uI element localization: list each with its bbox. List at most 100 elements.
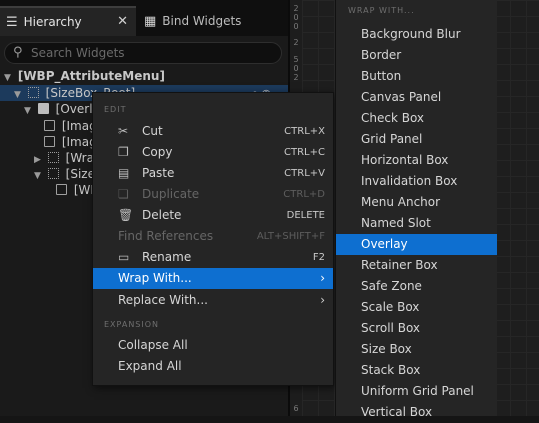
chevron-right-icon: › [320,271,325,285]
copy-icon: ❐ [118,145,129,159]
close-icon[interactable]: ✕ [117,14,128,29]
wrap-option-label: Button [361,69,402,83]
cut-icon: ✂ [118,124,129,138]
wrap-option-label: Grid Panel [361,132,423,146]
menu-item-expand-all[interactable]: Expand All [93,356,333,377]
wrap-option-label: Scroll Box [361,321,421,335]
wrap-option-label: Vertical Box [361,405,433,419]
shortcut-text: CTRL+C [284,147,325,158]
menu-item-duplicate: ❏ Duplicate CTRL+D [93,184,333,205]
wrap-option-label: Overlay [361,237,408,251]
menu-item-label: Duplicate [142,187,200,201]
expand-arrow-icon[interactable]: ▼ [14,87,24,103]
shortcut-text: CTRL+D [283,189,325,200]
wrap-option-grid-panel[interactable]: Grid Panel [336,129,497,150]
wrap-option-uniform-grid-panel[interactable]: Uniform Grid Panel [336,381,497,402]
tree-root-label: [WBP_AttributeMenu] [17,69,165,83]
paste-icon: ▤ [118,166,130,180]
tab-hierarchy-label: Hierarchy [23,15,82,29]
context-menu: EDIT ✂ Cut CTRL+X ❐ Copy CTRL+C ▤ Paste … [92,92,334,386]
wrap-option-size-box[interactable]: Size Box [336,339,497,360]
wrap-option-label: Safe Zone [361,279,422,293]
wrap-option-label: Invalidation Box [361,174,458,188]
menu-item-label: Collapse All [118,338,188,352]
wrap-option-label: Check Box [361,111,425,125]
ruler-label: 5 [293,55,299,64]
wrap-option-menu-anchor[interactable]: Menu Anchor [336,192,497,213]
wrap-option-label: Menu Anchor [361,195,441,209]
wrap-option-safe-zone[interactable]: Safe Zone [336,276,497,297]
shortcut-text: CTRL+V [284,168,325,179]
menu-item-label: Replace With... [118,293,208,307]
search-input[interactable] [31,45,271,61]
wrap-option-background-blur[interactable]: Background Blur [336,24,497,45]
expand-arrow-icon[interactable]: ▼ [24,103,34,119]
menu-item-collapse-all[interactable]: Collapse All [93,335,333,356]
menu-item-copy[interactable]: ❐ Copy CTRL+C [93,142,333,163]
shortcut-text: DELETE [286,210,325,221]
menu-item-label: Wrap With... [118,271,192,285]
wrap-option-label: Retainer Box [361,258,438,272]
ruler-label: 0 [293,22,299,31]
wrap-with-submenu: WRAP WITH... Background Blur Border Button… [335,0,497,419]
wrap-option-button[interactable]: Button [336,66,497,87]
wrap-option-vertical-box[interactable]: Vertical Box [336,402,497,423]
trash-icon: 🗑︎ [118,208,134,222]
sizebox-icon [47,168,59,179]
image-icon [44,136,55,147]
wrap-option-check-box[interactable]: Check Box [336,108,497,129]
tab-hierarchy[interactable]: ☰ Hierarchy ✕ [0,6,136,36]
menu-item-delete[interactable]: 🗑︎ Delete DELETE [93,205,333,226]
menu-item-label: Paste [142,166,175,180]
wrap-option-label: Named Slot [361,216,431,230]
menu-item-find-references: Find References ALT+SHIFT+F [93,226,333,247]
tree-root-row[interactable]: ▼ [WBP_AttributeMenu] [4,68,165,84]
section-edit: EDIT [104,105,127,114]
wrap-option-label: Border [361,48,402,62]
ruler-label: 0 [293,13,299,22]
wrap-option-retainer-box[interactable]: Retainer Box [336,255,497,276]
image-icon [44,120,55,131]
menu-item-paste[interactable]: ▤ Paste CTRL+V [93,163,333,184]
wrap-option-canvas-panel[interactable]: Canvas Panel [336,87,497,108]
wrap-option-stack-box[interactable]: Stack Box [336,360,497,381]
wrap-option-overlay[interactable]: Overlay [336,234,497,255]
expand-arrow-icon[interactable]: ▼ [4,70,14,86]
wrap-option-named-slot[interactable]: Named Slot [336,213,497,234]
grid-icon: ▦ [144,13,157,29]
wrapbox-icon [47,152,59,163]
menu-item-rename[interactable]: ▭ Rename F2 [93,247,333,268]
search-widgets-box[interactable]: ⚲ [4,42,282,64]
wrap-option-horizontal-box[interactable]: Horizontal Box [336,150,497,171]
tab-bar: ☰ Hierarchy ✕ ▦ Bind Widgets [0,0,288,36]
ruler-label: 6 [293,404,299,413]
wrap-option-label: Stack Box [361,363,421,377]
section-wrap-with: WRAP WITH... [348,6,415,15]
menu-item-label: Rename [142,250,192,264]
menu-item-cut[interactable]: ✂ Cut CTRL+X [93,121,333,142]
ruler-label: 0 [293,64,299,73]
tab-bind-widgets[interactable]: ▦ Bind Widgets [138,6,266,36]
overlay-icon [37,103,49,114]
wrap-option-label: Canvas Panel [361,90,442,104]
wrap-option-invalidation-box[interactable]: Invalidation Box [336,171,497,192]
tab-bind-widgets-label: Bind Widgets [162,14,242,28]
menu-item-label: Delete [142,208,182,222]
duplicate-icon: ❏ [118,187,129,201]
menu-item-replace-with[interactable]: Replace With... › [93,290,333,311]
wrap-option-label: Horizontal Box [361,153,449,167]
expand-arrow-icon[interactable]: ▼ [34,168,44,184]
wrap-option-border[interactable]: Border [336,45,497,66]
wrap-option-scroll-box[interactable]: Scroll Box [336,318,497,339]
menu-item-wrap-with[interactable]: Wrap With... › [93,268,333,289]
wrap-option-label: Scale Box [361,300,420,314]
wrap-option-label: Uniform Grid Panel [361,384,474,398]
shortcut-text: F2 [312,252,325,263]
menu-item-label: Copy [142,145,173,159]
shortcut-text: CTRL+X [284,126,325,137]
wrap-option-label: Size Box [361,342,412,356]
ruler-label: 2 [293,4,299,13]
menu-item-label: Find References [118,229,214,243]
wrap-option-scale-box[interactable]: Scale Box [336,297,497,318]
ruler-label: 2 [293,38,299,47]
